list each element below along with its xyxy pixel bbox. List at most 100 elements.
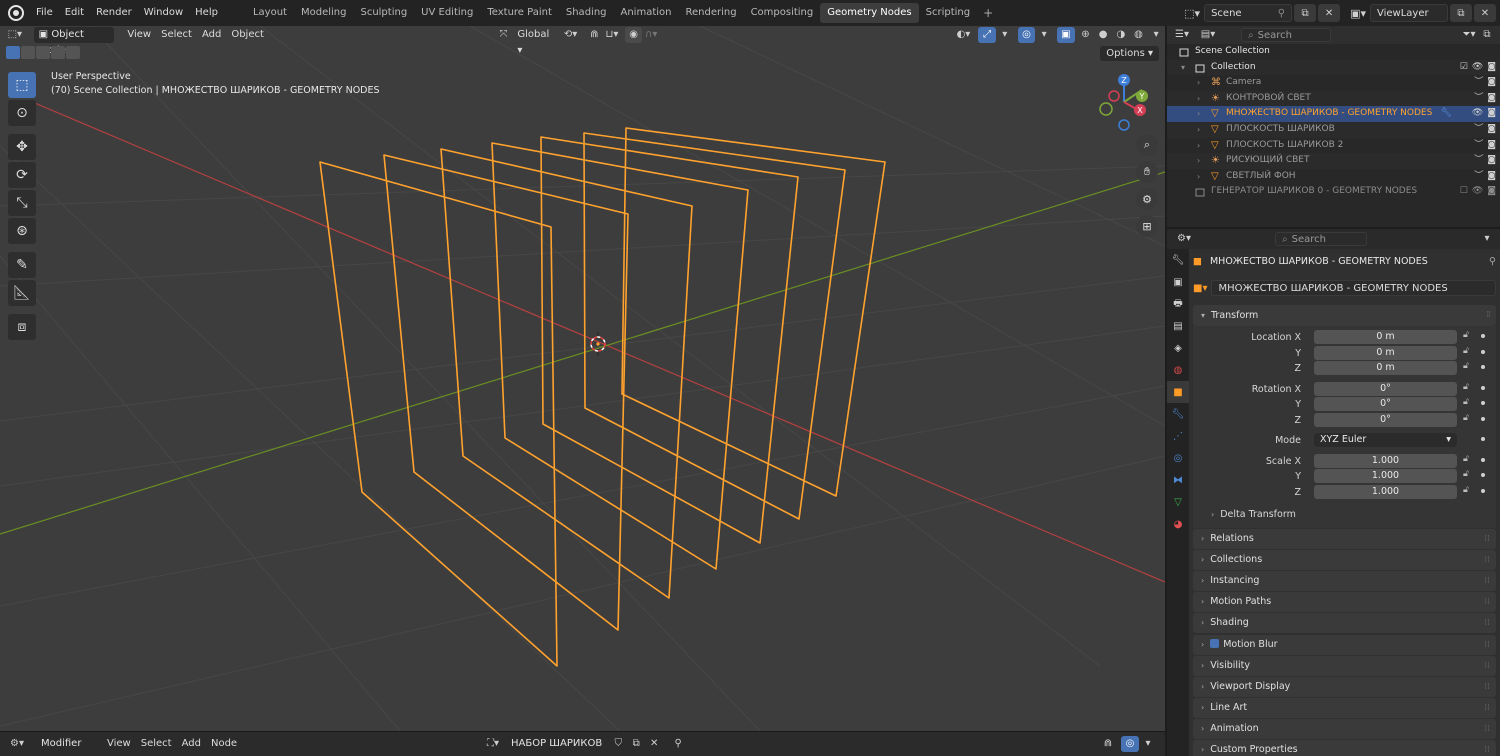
gizmo-neg-z-icon[interactable] — [1118, 119, 1130, 131]
camera-render-icon[interactable]: ◙ — [1487, 138, 1496, 154]
panel-viewport-display[interactable]: › Viewport Display ⁞⁞ — [1193, 676, 1496, 697]
constraints-tab-icon[interactable]: ⧓ — [1167, 469, 1189, 491]
physics-tab-icon[interactable]: ◎ — [1167, 447, 1189, 469]
object-datablock-icon[interactable]: ■▾ — [1193, 283, 1207, 294]
node-overlay-dropdown-icon[interactable]: ▾ — [1139, 736, 1157, 752]
keyframe-dot-icon[interactable] — [1481, 488, 1485, 493]
outliner-search-field[interactable]: ⌕ Search — [1241, 28, 1331, 42]
object-tab-icon[interactable]: ■ — [1167, 381, 1189, 403]
rotation-x-field[interactable]: 0° — [1314, 381, 1457, 396]
node-overlay-icon[interactable]: ◎ — [1121, 736, 1139, 752]
transform-orientation-dropdown[interactable]: Global ▾ — [512, 27, 561, 56]
viewport-menu-add[interactable]: Add — [197, 27, 226, 43]
tab-texture-paint[interactable]: Texture Paint — [480, 3, 559, 23]
select-extend-icon[interactable] — [21, 46, 35, 59]
gizmo-neg-y-icon[interactable] — [1099, 102, 1113, 116]
viewport-menu-select[interactable]: Select — [156, 27, 197, 43]
menu-help[interactable]: Help — [189, 0, 224, 26]
gizmo-neg-x-icon[interactable] — [1108, 90, 1120, 102]
expand-arrow-icon[interactable]: › — [1197, 75, 1200, 91]
tab-compositing[interactable]: Compositing — [744, 3, 821, 23]
eye-closed-icon[interactable]: ︶ — [1474, 122, 1483, 138]
select-difference-icon[interactable] — [51, 46, 65, 59]
location-y-field[interactable]: 0 m — [1314, 345, 1457, 360]
camera-render-icon[interactable]: ◙ — [1487, 122, 1496, 138]
camera-render-icon[interactable]: ◙ — [1487, 184, 1496, 200]
modifier-wrench-icon[interactable]: 🔧︎ — [1441, 106, 1452, 122]
outliner-row-object[interactable]: › ▽ ПЛОСКОСТЬ ШАРИКОВ ︶ ◙ — [1167, 121, 1500, 138]
fake-user-shield-icon[interactable]: ⛉ — [609, 736, 627, 752]
menu-window[interactable]: Window — [138, 0, 189, 26]
add-workspace-button[interactable]: + — [977, 6, 999, 20]
shading-dropdown-icon[interactable]: ▾ — [1147, 27, 1165, 43]
lock-icon[interactable]: 🔓︎ — [1463, 330, 1469, 340]
falloff-icon[interactable]: ∩▾ — [642, 27, 660, 43]
properties-search-field[interactable]: ⌕ Search — [1275, 232, 1367, 246]
expand-arrow-icon[interactable]: › — [1197, 153, 1200, 169]
overlay-toggle-icon[interactable]: ◎ — [1017, 27, 1036, 43]
outliner-row-collection[interactable]: ▾ Collection ☑ 👁︎ ◙ — [1167, 59, 1500, 76]
zoom-icon[interactable]: ⌕ — [1136, 134, 1158, 156]
solid-shading-icon[interactable]: ● — [1094, 27, 1112, 43]
display-mode-icon[interactable]: ▤▾ — [1199, 27, 1217, 43]
panel-motion-blur[interactable]: › Motion Blur ⁞⁞ — [1193, 634, 1496, 655]
camera-render-icon[interactable]: ◙ — [1487, 169, 1496, 185]
select-intersect-icon[interactable] — [66, 46, 80, 59]
tab-rendering[interactable]: Rendering — [678, 3, 743, 23]
panel-shading[interactable]: › Shading ⁞⁞ — [1193, 613, 1496, 634]
location-z-field[interactable]: 0 m — [1314, 361, 1457, 375]
duplicate-nodegroup-icon[interactable]: ⧉ — [627, 736, 645, 752]
tool-tab-icon[interactable]: 🔧︎ — [1167, 249, 1189, 271]
outliner-row-object[interactable]: › ▽ СВЕТЛЫЙ ФОН ︶ ◙ — [1167, 169, 1500, 185]
select-box-tool-icon[interactable]: ⬚ — [8, 72, 36, 98]
data-tab-icon[interactable]: ▽ — [1167, 491, 1189, 513]
rendered-shading-icon[interactable]: ◍ — [1130, 27, 1148, 43]
new-collection-icon[interactable]: ⧉ — [1478, 27, 1496, 43]
snap-icon[interactable]: ⋒ — [585, 27, 603, 43]
new-scene-button[interactable]: ⧉ — [1294, 4, 1317, 22]
delete-scene-button[interactable]: ✕ — [1318, 4, 1341, 22]
expand-arrow-icon[interactable]: ▾ — [1181, 60, 1185, 76]
select-new-icon[interactable] — [6, 46, 20, 59]
drag-handle-icon[interactable]: ⁞⁞ — [1484, 656, 1490, 676]
scale-x-field[interactable]: 1.000 — [1314, 453, 1457, 468]
eye-closed-icon[interactable]: ︶ — [1474, 138, 1483, 154]
output-tab-icon[interactable]: 🖶︎ — [1167, 293, 1189, 315]
scale-y-field[interactable]: 1.000 — [1314, 469, 1457, 483]
panel-line-art[interactable]: › Line Art ⁞⁞ — [1193, 697, 1496, 718]
expand-arrow-icon[interactable]: › — [1197, 91, 1200, 107]
filter-icon[interactable]: ⏷▾ — [1460, 27, 1478, 43]
eye-closed-icon[interactable]: ︶ — [1474, 153, 1483, 169]
expand-arrow-icon[interactable]: › — [1197, 106, 1200, 122]
eye-icon[interactable]: 👁︎ — [1472, 60, 1483, 76]
outliner-panel[interactable]: ☰▾ ▤▾ ⌕ Search ⏷▾ ⧉ Scene Collection ▾ C… — [1167, 26, 1500, 227]
3d-viewport[interactable]: ⬚▾ ▣ Object Mode ▾ View Select Add Objec… — [0, 26, 1165, 731]
gizmo-toggle-icon[interactable]: ⤢ — [978, 27, 996, 43]
cursor-tool-icon[interactable]: ⊙ — [8, 100, 36, 126]
new-viewlayer-button[interactable]: ⧉ — [1450, 4, 1472, 22]
render-tab-icon[interactable]: ▣ — [1167, 271, 1189, 293]
panel-collections[interactable]: › Collections ⁞⁞ — [1193, 550, 1496, 571]
rotation-mode-dropdown[interactable]: XYZ Euler ▾ — [1314, 433, 1457, 447]
node-menu-view[interactable]: View — [102, 736, 136, 752]
editor-mode-dropdown[interactable]: Modifier ▾ — [36, 736, 94, 756]
wireframe-shading-icon[interactable]: ⊕ — [1077, 27, 1095, 43]
panel-custom-properties[interactable]: › Custom Properties ⁞⁞ — [1193, 740, 1496, 756]
outliner-row-object[interactable]: › ☀ КОНТРОВОЙ СВЕТ ︶ ◙ — [1167, 90, 1500, 107]
eye-icon[interactable]: 👁︎ — [1472, 184, 1483, 200]
material-shading-icon[interactable]: ◑ — [1112, 27, 1130, 43]
drag-handle-icon[interactable]: ⁞⁞ — [1484, 635, 1490, 655]
tab-modeling[interactable]: Modeling — [294, 3, 354, 23]
scene-icon[interactable]: ⬚▾ — [1184, 7, 1200, 20]
properties-panel[interactable]: ⚙▾ ⌕ Search ▾ 🔧︎ ▣ 🖶︎ ▤ ◈ ◍ ■ 🔧︎ ⋰ ◎ ⧓ ▽… — [1167, 229, 1500, 756]
unlink-nodegroup-icon[interactable]: ✕ — [645, 736, 663, 752]
lock-icon[interactable]: 🔓︎ — [1463, 361, 1469, 371]
rotation-y-field[interactable]: 0° — [1314, 397, 1457, 411]
modifier-tab-icon[interactable]: 🔧︎ — [1167, 403, 1189, 425]
camera-render-icon[interactable]: ◙ — [1487, 91, 1496, 107]
drag-handle-icon[interactable]: ⁞⁞ — [1484, 592, 1490, 612]
drag-handle-icon[interactable]: ⁞⁞ — [1486, 305, 1491, 326]
transform-panel-header[interactable]: ▾ Transform ⁞⁞ — [1193, 305, 1496, 326]
motion-blur-checkbox[interactable] — [1210, 638, 1220, 648]
transform-tool-icon[interactable]: ⊛ — [8, 218, 36, 244]
